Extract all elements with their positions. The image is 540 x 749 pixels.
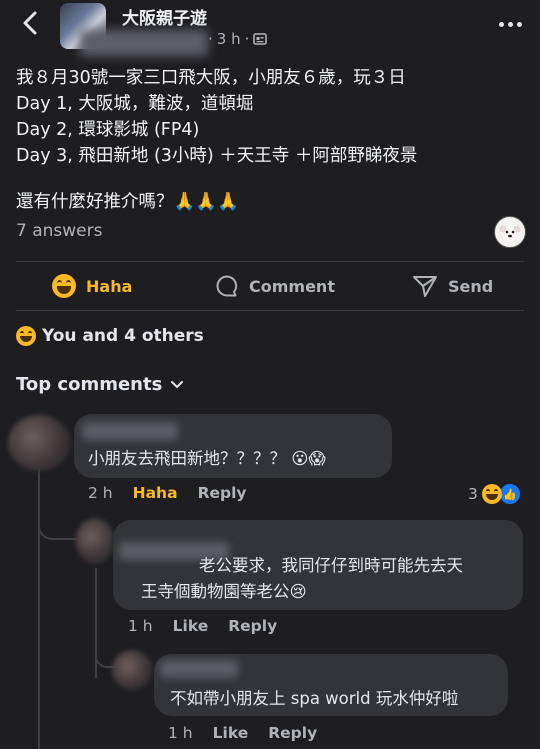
comment-label: Comment <box>249 276 335 296</box>
send-label: Send <box>448 276 494 296</box>
comment-text: 小朋友去飛田新地？？？？ 😮😱 <box>88 449 326 468</box>
commenter-avatar-blurred[interactable] <box>112 650 152 690</box>
haha-emoji-icon <box>16 326 36 346</box>
answers-count[interactable]: 7 answers <box>16 221 102 241</box>
comment-meta: 2 h Haha Reply <box>88 484 247 502</box>
meta-separator: · <box>208 30 213 48</box>
commenter-name-blurred[interactable] <box>160 660 238 678</box>
comment-time: 1 h <box>128 617 153 635</box>
dot <box>498 21 504 27</box>
comment-text: 王寺個動物園等老公😢 <box>141 582 307 601</box>
divider <box>16 261 524 262</box>
haha-reaction-button[interactable]: Haha <box>52 268 132 304</box>
comment-button[interactable]: Comment <box>215 268 335 304</box>
answerer-avatar[interactable] <box>494 216 526 248</box>
separator-dot: · <box>244 30 250 48</box>
post-line: Day 2, 環球影城 (FP4) <box>16 120 200 140</box>
haha-emoji-icon <box>52 274 76 298</box>
chevron-down-icon <box>171 380 184 388</box>
group-privacy-icon <box>253 33 268 45</box>
post-body: 我８月30號一家三口飛大阪，小朋友６歲，玩３日 Day 1, 大阪城，難波，道頓… <box>16 65 526 215</box>
comment-reply-button[interactable]: Reply <box>268 724 317 742</box>
comment-meta: 1 h Like Reply <box>128 617 277 635</box>
reactions-summary[interactable]: You and 4 others <box>16 326 204 346</box>
comment-time: 1 h <box>168 724 193 742</box>
dog-avatar-icon <box>499 225 521 241</box>
post-line: Day 3, 飛田新地 (3小時) ＋天王寺 ＋阿部野睇夜景 <box>16 146 418 166</box>
comment-bubble: 不如帶小朋友上 spa world 玩水仲好啦 <box>154 654 508 716</box>
reaction-count: 3 <box>468 485 478 503</box>
group-name[interactable]: 大阪親子遊 <box>122 4 207 29</box>
comment-sort-label: Top comments <box>16 374 163 395</box>
post-line: 我８月30號一家三口飛大阪，小朋友６歲，玩３日 <box>16 68 406 88</box>
comment-bubble-icon <box>216 275 238 297</box>
haha-label: Haha <box>86 276 133 296</box>
reactions-text: You and 4 others <box>42 326 204 346</box>
comment-like-button[interactable]: Like <box>173 617 209 635</box>
chevron-left-icon <box>23 11 37 35</box>
comment-text: 不如帶小朋友上 spa world 玩水仲好啦 <box>170 689 459 708</box>
post-meta: · 3 h · <box>208 30 268 48</box>
divider <box>16 310 524 311</box>
back-button[interactable] <box>16 8 46 38</box>
send-button[interactable]: Send <box>412 268 493 304</box>
dot <box>507 21 513 27</box>
commenter-avatar-blurred[interactable] <box>76 518 114 564</box>
post-line: 還有什麼好推介嗎？🙏🙏🙏 <box>16 192 239 212</box>
comment-text: 老公要求，我同仔仔到時可能先去天 <box>199 556 463 575</box>
send-icon <box>413 276 437 297</box>
haha-emoji-icon <box>481 484 502 504</box>
post-time: 3 h <box>216 30 241 48</box>
comment-sort-dropdown[interactable]: Top comments <box>16 374 184 395</box>
comment-reaction-count[interactable]: 3 👍 <box>468 482 522 506</box>
post-line: Day 1, 大阪城，難波，道頓堀 <box>16 94 254 114</box>
comment-reply-button[interactable]: Reply <box>228 617 277 635</box>
comment-haha-button[interactable]: Haha <box>133 484 178 502</box>
author-name-blurred[interactable] <box>80 30 208 56</box>
thread-connector <box>38 482 76 540</box>
comment-meta: 1 h Like Reply <box>168 724 317 742</box>
more-options-button[interactable] <box>496 10 524 38</box>
comment-bubble: 小朋友去飛田新地？？？？ 😮😱 <box>74 414 392 478</box>
comment-time: 2 h <box>88 484 113 502</box>
comment-like-button[interactable]: Like <box>213 724 249 742</box>
comment-reply-button[interactable]: Reply <box>198 484 247 502</box>
comment-bubble: 老公要求，我同仔仔到時可能先去天 王寺個動物園等老公😢 <box>113 520 523 610</box>
dot <box>516 21 522 27</box>
commenter-avatar-blurred[interactable] <box>8 415 70 471</box>
commenter-name-blurred[interactable] <box>82 422 178 440</box>
